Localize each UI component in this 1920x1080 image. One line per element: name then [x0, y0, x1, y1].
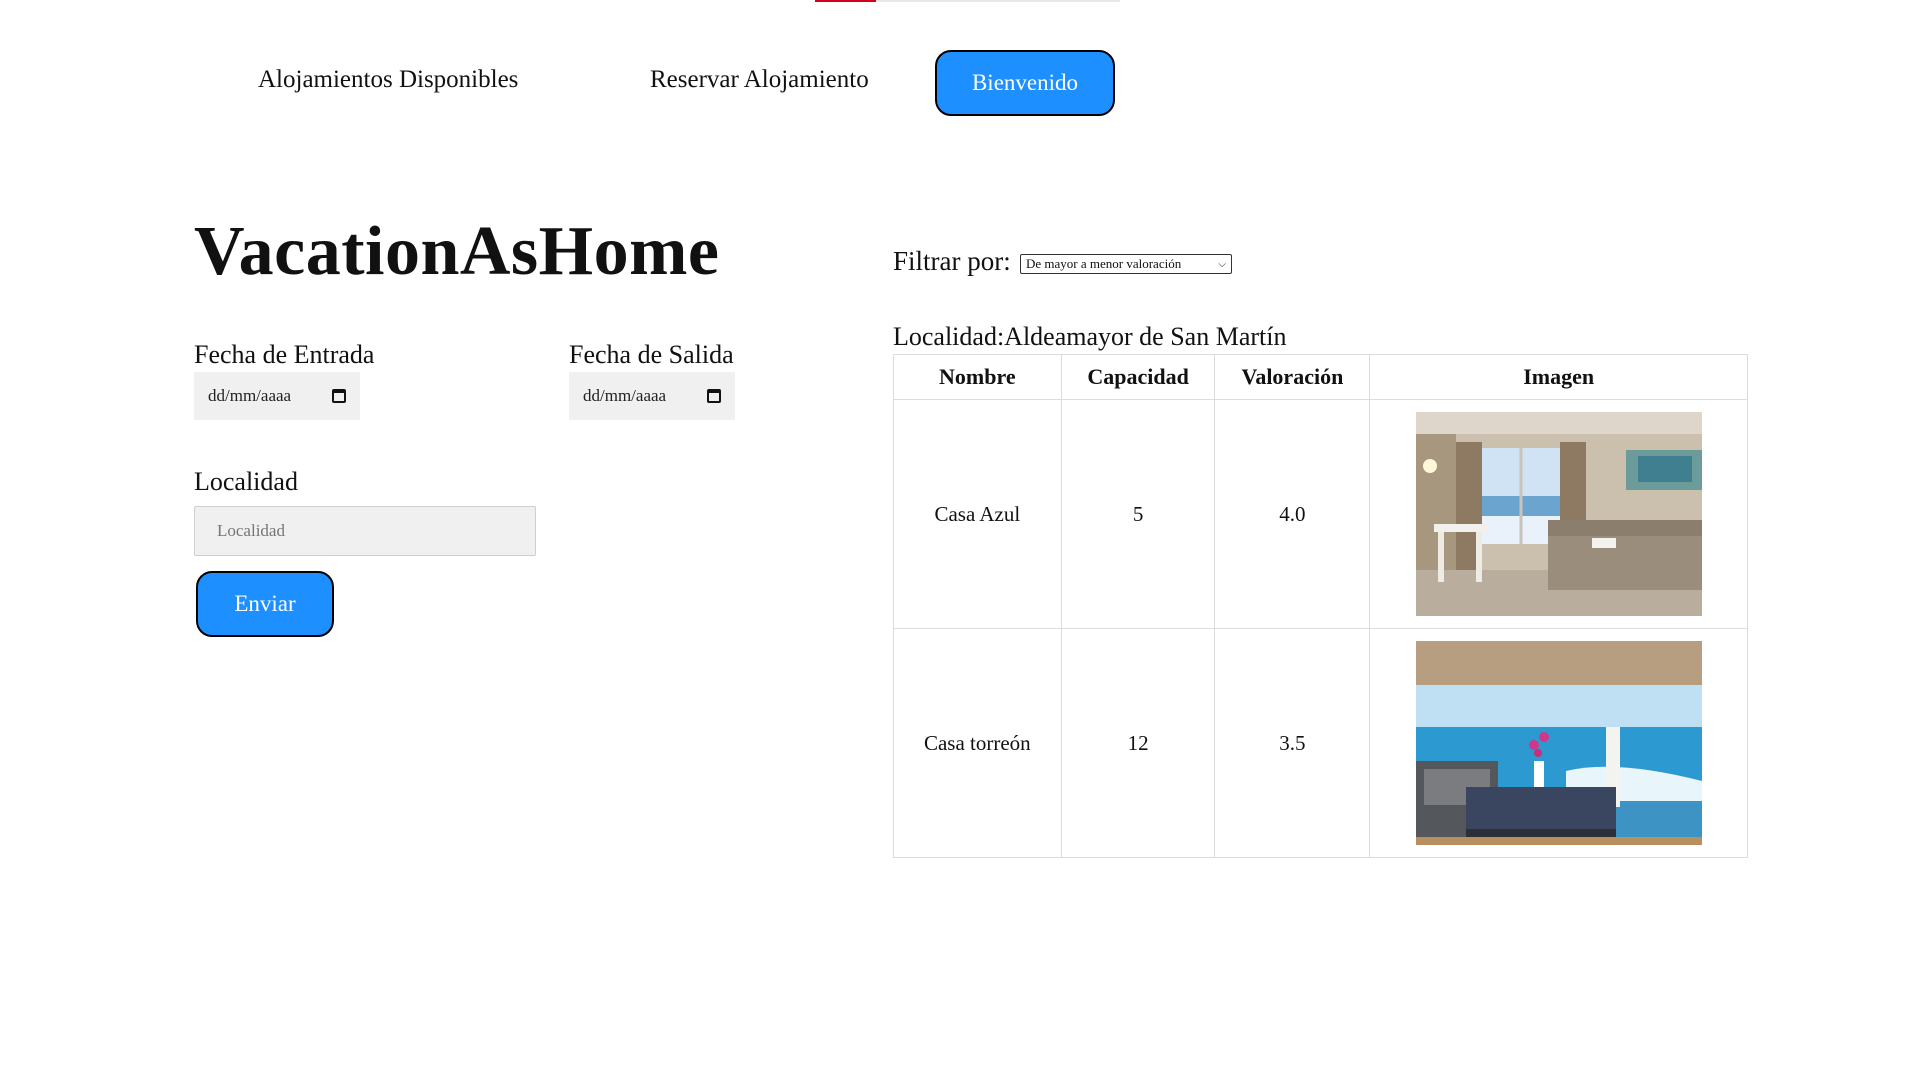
checkout-date-value: dd/mm/aaaa: [583, 386, 667, 405]
checkin-date-value: dd/mm/aaaa: [208, 386, 292, 405]
welcome-button[interactable]: Bienvenido: [935, 50, 1115, 116]
cell-rating: 3.5: [1214, 628, 1371, 858]
site-title: VacationAsHome: [194, 213, 720, 290]
cell-name: Casa Azul: [893, 399, 1062, 629]
terrace-photo: [1415, 641, 1702, 845]
calendar-icon[interactable]: [332, 389, 346, 403]
column-header-capacity: Capacidad: [1060, 354, 1216, 400]
top-progress-fill: [815, 0, 876, 2]
checkout-date-input[interactable]: dd/mm/aaaa: [569, 372, 735, 420]
filter-label: Filtrar por:: [893, 246, 1011, 276]
column-header-rating: Valoración: [1214, 354, 1371, 400]
cell-image: [1369, 628, 1748, 858]
filter-select[interactable]: De mayor a menor valoración ⌵: [1020, 254, 1232, 274]
locality-label: Localidad: [194, 467, 298, 496]
column-header-image: Imagen: [1369, 354, 1748, 400]
filter-selected-value: De mayor a menor valoración: [1026, 256, 1182, 271]
submit-button[interactable]: Enviar: [196, 571, 334, 637]
cell-rating: 4.0: [1214, 399, 1371, 629]
table-header-row: Nombre Capacidad Valoración Imagen: [893, 354, 1748, 400]
checkout-label: Fecha de Salida: [569, 340, 734, 369]
cell-name: Casa torreón: [893, 628, 1062, 858]
top-progress-strip: [815, 0, 1120, 2]
results-table: Nombre Capacidad Valoración Imagen Casa …: [893, 354, 1748, 858]
cell-image: [1369, 399, 1748, 629]
nav-link-reserve[interactable]: Reservar Alojamiento: [650, 66, 869, 94]
chevron-down-icon: ⌵: [1218, 258, 1226, 270]
bedroom-photo: [1415, 412, 1702, 616]
cell-capacity: 12: [1060, 628, 1216, 858]
table-row: Casa Azul 5 4.0: [893, 399, 1748, 629]
checkin-date-input[interactable]: dd/mm/aaaa: [194, 372, 360, 420]
nav-link-available[interactable]: Alojamientos Disponibles: [258, 66, 518, 94]
calendar-icon[interactable]: [707, 389, 721, 403]
locality-input[interactable]: [194, 506, 536, 556]
locality-caption: Localidad:Aldeamayor de San Martín: [893, 322, 1287, 351]
checkin-label: Fecha de Entrada: [194, 340, 375, 369]
column-header-name: Nombre: [893, 354, 1062, 400]
cell-capacity: 5: [1060, 399, 1216, 629]
table-row: Casa torreón 12 3.5: [893, 628, 1748, 858]
